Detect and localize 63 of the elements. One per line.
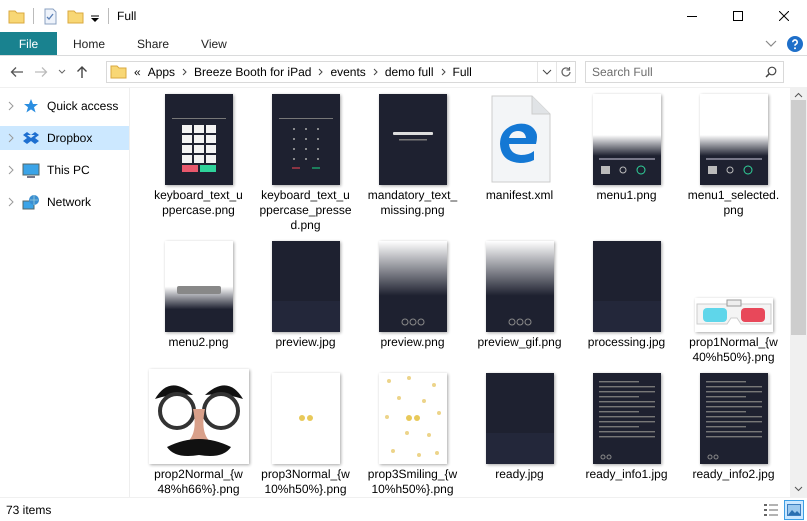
file-name[interactable]: prop3Normal_{w10%h50%}.png <box>258 467 353 497</box>
file-name[interactable]: prop1Normal_{w40%h50%}.png <box>686 335 781 365</box>
chevron-icon <box>318 68 324 76</box>
file-menu-button[interactable]: File <box>0 32 57 55</box>
dropdown-icon[interactable] <box>542 68 552 74</box>
file-name[interactable]: ready_info2.jpg <box>686 467 781 482</box>
ribbon-tab[interactable]: View <box>185 32 243 55</box>
network-icon <box>22 194 40 210</box>
scroll-up-icon[interactable] <box>794 92 803 98</box>
refresh-icon[interactable] <box>560 66 572 78</box>
breadcrumb[interactable]: events <box>330 64 366 78</box>
monitor-icon <box>22 162 40 178</box>
expand-icon[interactable] <box>8 197 15 207</box>
breadcrumb[interactable]: Breeze Booth for iPad <box>194 64 312 78</box>
search-icon[interactable] <box>765 66 777 78</box>
window-title: Full <box>117 9 136 23</box>
up-icon[interactable] <box>76 64 88 78</box>
sidebar-item[interactable]: Dropbox <box>0 126 129 150</box>
file-name[interactable]: preview.jpg <box>258 335 353 350</box>
file-name[interactable]: manifest.xml <box>472 188 567 203</box>
sidebar-item[interactable]: Quick access <box>0 94 129 118</box>
file-name[interactable]: ready_info1.jpg <box>579 467 674 482</box>
file-name[interactable]: menu1_selected.png <box>686 188 781 218</box>
back-icon[interactable] <box>10 66 24 78</box>
chevron-icon <box>182 68 188 76</box>
folder-icon <box>110 63 127 80</box>
breadcrumb[interactable]: Apps <box>148 64 176 78</box>
large-icons-view-button[interactable] <box>784 500 804 520</box>
file-name[interactable]: prop3Smiling_{w10%h50%}.png <box>365 467 460 497</box>
file-name[interactable]: menu2.png <box>151 335 246 350</box>
scroll-down-icon[interactable] <box>794 486 803 492</box>
recent-locations-icon[interactable] <box>58 68 66 74</box>
file-name[interactable]: preview_gif.png <box>472 335 567 350</box>
maximize-icon <box>733 11 743 21</box>
file-name[interactable]: processing.jpg <box>579 335 674 350</box>
expand-ribbon-icon[interactable] <box>765 40 777 48</box>
close-icon <box>779 11 789 21</box>
expand-icon[interactable] <box>8 165 15 175</box>
open-box-icon <box>22 130 40 146</box>
file-name[interactable]: mandatory_text_missing.png <box>365 188 460 218</box>
ribbon-tab[interactable]: Home <box>57 32 122 55</box>
file-name[interactable]: prop2Normal_{w48%h66%}.png <box>151 467 246 497</box>
overflow-crumb[interactable]: « <box>134 64 141 78</box>
sidebar-item[interactable]: This PC <box>0 158 129 182</box>
file-name[interactable]: ready.jpg <box>472 467 567 482</box>
item-count: 73 items <box>6 502 52 516</box>
breadcrumb[interactable]: demo full <box>384 64 434 78</box>
scrollbar-thumb[interactable] <box>791 100 806 335</box>
ribbon-tab[interactable]: Share <box>121 32 186 55</box>
help-icon[interactable] <box>787 36 803 52</box>
search-field[interactable]: Search Full <box>585 60 784 82</box>
chevron-icon <box>440 68 446 76</box>
sidebar-item[interactable]: Network <box>0 190 129 214</box>
properties-icon[interactable] <box>42 8 59 24</box>
expand-icon[interactable] <box>8 101 15 111</box>
file-name[interactable]: keyboard_text_uppercase.png <box>151 188 246 218</box>
star-icon <box>22 98 40 114</box>
breadcrumb[interactable]: Full <box>452 64 472 78</box>
chevron-icon <box>372 68 378 76</box>
file-name[interactable]: menu1.png <box>579 188 674 203</box>
file-name[interactable]: preview.png <box>365 335 460 350</box>
file-name[interactable]: keyboard_text_uppercase_pressed.png <box>258 188 353 233</box>
address-bar[interactable]: « Apps Breeze Booth for iPad events demo full Full <box>106 60 576 82</box>
